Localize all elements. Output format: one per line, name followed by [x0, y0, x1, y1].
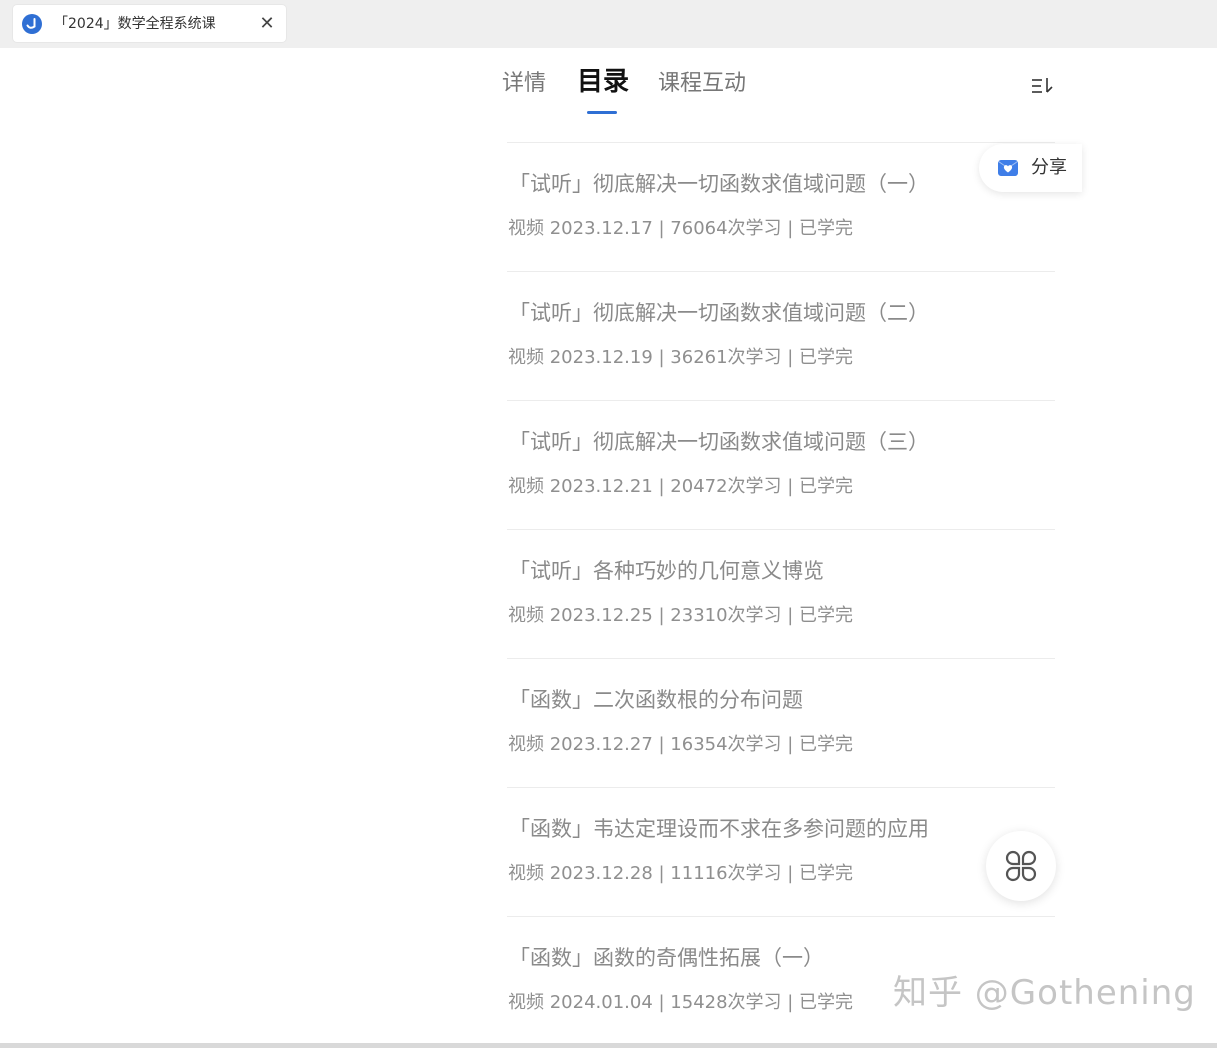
- lesson-meta: 视频 2023.12.21 | 20472次学习 | 已学完: [508, 476, 854, 497]
- lesson-title: 「试听」彻底解决一切函数求值域问题（二）: [509, 301, 929, 325]
- share-button[interactable]: 分享: [979, 144, 1082, 192]
- browser-tabstrip: 「2024」数学全程系统课 ✕: [0, 0, 1217, 48]
- tab-details[interactable]: 详情: [502, 68, 546, 100]
- share-label: 分享: [1031, 157, 1067, 178]
- more-menu-button[interactable]: [986, 831, 1056, 901]
- browser-tab[interactable]: 「2024」数学全程系统课 ✕: [13, 5, 286, 42]
- lesson-list: 「试听」彻底解决一切函数求值域问题（一） 视频 2023.12.17 | 760…: [507, 143, 1055, 1045]
- lesson-meta: 视频 2023.12.17 | 76064次学习 | 已学完: [508, 218, 854, 239]
- lesson-title: 「试听」彻底解决一切函数求值域问题（一）: [509, 172, 929, 196]
- browser-tab-title: 「2024」数学全程系统课: [54, 16, 216, 32]
- tab-interaction[interactable]: 课程互动: [658, 68, 746, 100]
- list-item[interactable]: 「试听」彻底解决一切函数求值域问题（一） 视频 2023.12.17 | 760…: [507, 143, 1055, 272]
- lesson-meta: 视频 2023.12.27 | 16354次学习 | 已学完: [508, 734, 854, 755]
- lesson-title: 「函数」韦达定理设而不求在多参问题的应用: [509, 817, 929, 841]
- lesson-meta: 视频 2023.12.25 | 23310次学习 | 已学完: [508, 605, 854, 626]
- watermark: 知乎 @Gothening: [893, 973, 1196, 1013]
- heart-envelope-icon: [998, 160, 1018, 176]
- lesson-meta: 视频 2023.12.19 | 36261次学习 | 已学完: [508, 347, 854, 368]
- tab-catalog[interactable]: 目录: [577, 66, 629, 98]
- list-item[interactable]: 「试听」彻底解决一切函数求值域问题（二） 视频 2023.12.19 | 362…: [507, 272, 1055, 401]
- list-item[interactable]: 「试听」各种巧妙的几何意义博览 视频 2023.12.25 | 23310次学习…: [507, 530, 1055, 659]
- lesson-title: 「试听」彻底解决一切函数求值域问题（三）: [509, 430, 929, 454]
- list-item[interactable]: 「函数」二次函数根的分布问题 视频 2023.12.27 | 16354次学习 …: [507, 659, 1055, 788]
- lesson-meta: 视频 2024.01.04 | 15428次学习 | 已学完: [508, 992, 854, 1013]
- lesson-title: 「函数」函数的奇偶性拓展（一）: [509, 946, 824, 970]
- page: 「2024」数学全程系统课 ✕ 详情 目录 课程互动 「试听」彻底解决一切函数求…: [0, 0, 1217, 1048]
- app-logo-icon: [22, 14, 42, 34]
- lesson-title: 「函数」二次函数根的分布问题: [509, 688, 803, 712]
- content-tabs: 详情 目录 课程互动: [500, 64, 1060, 124]
- clover-icon: [1005, 850, 1037, 882]
- close-icon[interactable]: ✕: [257, 14, 277, 34]
- bottom-scrollbar-edge: [0, 1043, 1217, 1048]
- sort-icon[interactable]: [1030, 74, 1056, 96]
- active-tab-indicator: [587, 111, 617, 114]
- list-item[interactable]: 「函数」韦达定理设而不求在多参问题的应用 视频 2023.12.28 | 111…: [507, 788, 1055, 917]
- lesson-meta: 视频 2023.12.28 | 11116次学习 | 已学完: [508, 863, 854, 884]
- lesson-title: 「试听」各种巧妙的几何意义博览: [509, 559, 824, 583]
- list-item[interactable]: 「试听」彻底解决一切函数求值域问题（三） 视频 2023.12.21 | 204…: [507, 401, 1055, 530]
